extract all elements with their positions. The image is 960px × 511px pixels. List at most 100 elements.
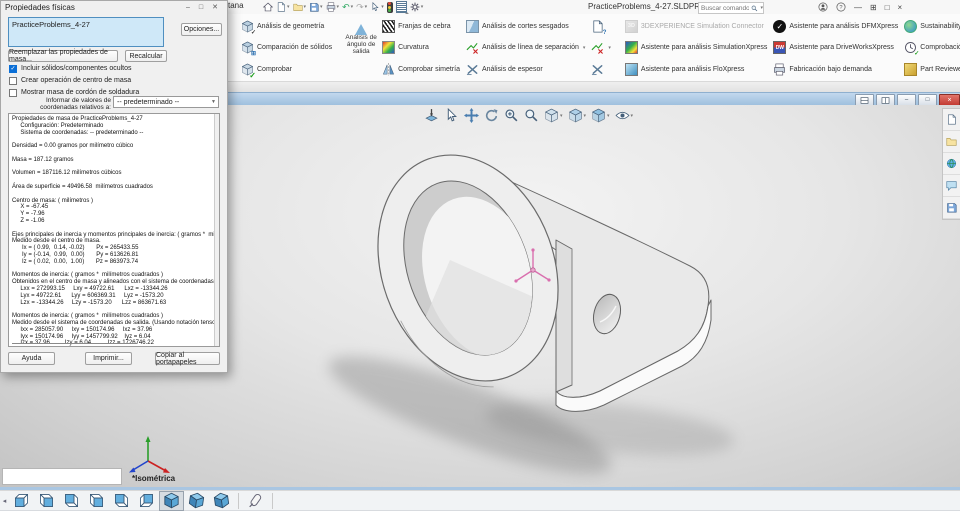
check-icon: ✓ — [241, 63, 256, 79]
ribbon-draft-analysis[interactable]: Análisis de ángulo de salida — [343, 16, 379, 56]
rotate-view-icon[interactable] — [484, 108, 499, 123]
zoom-to-fit-icon[interactable] — [424, 108, 439, 123]
ribbon-previous-version-check[interactable]: ✓ Comprobación de versión anterior — [901, 38, 960, 58]
coordinate-system-dropdown[interactable]: -- predeterminado -- ▼ — [113, 96, 219, 108]
help-icon[interactable] — [836, 2, 846, 12]
view-orientation-icon[interactable]: ▾ — [568, 108, 586, 123]
report-horizontal-scrollbar[interactable] — [12, 343, 137, 344]
recalculate-button[interactable]: Recalcular — [125, 50, 167, 62]
ribbon-import-diagnostics[interactable]: ? — [588, 16, 614, 36]
pin-menu-icon[interactable] — [246, 1, 258, 13]
home-icon[interactable] — [262, 1, 274, 14]
copy-to-clipboard-button[interactable]: Copiar al portapapeles — [155, 352, 220, 366]
ribbon-compare-solids[interactable]: ⊞ Comparación de sólidos — [238, 38, 335, 58]
bottom-view-icon[interactable] — [134, 491, 159, 511]
dialog-maximize-icon[interactable]: □ — [199, 1, 203, 14]
ribbon-dfmxpress[interactable]: ✓ Asistente para análisis DFMXpress — [770, 16, 901, 36]
undo-icon[interactable]: ↶ ▾ — [341, 1, 354, 14]
marketplace-globe-icon[interactable] — [943, 153, 960, 175]
ribbon-sustainability[interactable]: Sustainability — [901, 16, 960, 36]
toolbar-separator — [238, 492, 239, 509]
print-icon[interactable]: ▾ — [325, 1, 341, 14]
quick-access-toolbar: ▾ ▾ ▾ ▾ ↶ ▾ ↷ ▾ ▾ ▾ — [262, 0, 424, 14]
top-view-icon[interactable] — [109, 491, 134, 511]
checkbox-unchecked-icon[interactable] — [9, 88, 17, 97]
select-icon[interactable] — [444, 108, 459, 123]
search-caret-icon[interactable]: ▾ — [760, 5, 763, 11]
ribbon-simulationxpress[interactable]: Asistente para análisis SimulationXpress — [622, 38, 770, 58]
display-style-icon[interactable]: ▾ — [591, 108, 610, 123]
dialog-minimize-icon[interactable]: – — [186, 1, 190, 14]
ribbon-parting-line-analysis[interactable]: Análisis de línea de separación ▾ — [463, 38, 588, 58]
print-button[interactable]: Imprimir... — [85, 352, 132, 365]
select-icon[interactable]: ▾ — [369, 1, 385, 14]
left-view-icon[interactable] — [59, 491, 84, 511]
ribbon-undercut-analysis[interactable]: Análisis de cortes sesgados — [463, 16, 588, 36]
checkbox-checked-icon[interactable]: ✓ — [9, 64, 17, 73]
user-account-icon[interactable] — [818, 2, 828, 12]
report-vertical-scrollbar[interactable] — [214, 114, 219, 346]
search-input[interactable] — [699, 4, 752, 12]
restore-icon[interactable]: □ — [885, 3, 890, 12]
toolbar-overflow-left-icon[interactable]: ◂ — [0, 497, 9, 505]
ribbon-on-demand-manufacturing[interactable]: Fabricación bajo demanda — [770, 59, 901, 79]
menu-window-partial[interactable]: tana — [228, 1, 244, 10]
options-button[interactable]: Opciones... — [181, 23, 222, 36]
section-view-icon[interactable]: ▾ — [544, 108, 563, 123]
open-icon[interactable]: ▾ — [292, 1, 308, 14]
front-view-icon[interactable] — [9, 491, 34, 511]
resources-icon[interactable] — [943, 109, 960, 131]
help-button[interactable]: Ayuda — [8, 352, 55, 365]
zoom-area-icon[interactable] — [504, 108, 519, 123]
command-search[interactable]: ▾ — [698, 2, 764, 14]
trimetric-view-icon[interactable] — [184, 491, 209, 511]
dialog-titlebar[interactable]: Propiedades físicas – □ ✕ — [1, 1, 227, 14]
ribbon-geometry-analysis[interactable]: ✓ Análisis de geometría — [238, 16, 335, 36]
undercut-analysis-icon — [465, 19, 479, 33]
mass-properties-report[interactable]: Propiedades de masa de PracticeProblems_… — [8, 113, 220, 347]
driveworksxpress-icon: DW — [773, 41, 787, 54]
ribbon-zebra-stripes[interactable]: Franjas de cebra — [379, 16, 463, 36]
view-orientation-toolbar: ◂ — [0, 490, 960, 511]
ribbon-3dexperience-connector: 3D 3DEXPERIENCE Simulation Connector — [622, 16, 770, 36]
pan-icon[interactable] — [464, 108, 479, 123]
checkbox-unchecked-icon[interactable] — [9, 76, 17, 85]
checkbox-create-com-feature[interactable]: Crear operación de centro de masa — [9, 76, 131, 85]
new-document-icon[interactable]: ▾ — [275, 1, 291, 14]
fullscreen-icon[interactable]: ⊞ — [870, 3, 877, 12]
ribbon-check[interactable]: ✓ Comprobar — [238, 59, 335, 79]
comments-icon[interactable] — [943, 175, 960, 197]
magnify-icon[interactable] — [524, 108, 539, 123]
appearances-icon[interactable] — [943, 197, 960, 219]
ribbon-thickness-analysis[interactable]: Análisis de espesor — [463, 59, 588, 79]
dfmxpress-icon: ✓ — [773, 19, 787, 33]
ribbon-part-reviewer[interactable]: Part Reviewer — [901, 59, 960, 79]
replace-mass-properties-button[interactable]: Reemplazar las propiedades de masa... — [8, 49, 118, 63]
minimize-icon[interactable]: — — [854, 3, 862, 12]
redo-icon[interactable]: ↷ ▾ — [355, 1, 368, 14]
dialog-close-icon[interactable]: ✕ — [212, 1, 218, 14]
on-demand-manufacturing-icon — [773, 63, 786, 76]
checkbox-include-hidden[interactable]: ✓ Incluir sólidos/componentes ocultos — [9, 64, 132, 73]
dimetric-view-icon[interactable] — [209, 491, 234, 511]
ribbon-driveworksxpress[interactable]: DW Asistente para DriveWorksXpress — [770, 38, 901, 58]
featuremanager-panel-edge — [2, 468, 122, 485]
design-library-icon[interactable] — [943, 131, 960, 153]
options-gear-icon[interactable]: ▾ — [409, 1, 425, 14]
close-icon[interactable]: × — [898, 3, 903, 12]
normal-to-view-icon[interactable] — [243, 491, 268, 511]
selected-items-field[interactable]: PracticeProblems_4-27 — [8, 17, 164, 47]
back-view-icon[interactable] — [34, 491, 59, 511]
ribbon-symmetry-check[interactable]: Comprobar simetría — [379, 59, 463, 79]
ribbon-verify-entities[interactable]: ▾ — [588, 38, 614, 58]
right-view-icon[interactable] — [84, 491, 109, 511]
ribbon-floxpress[interactable]: Asistente para análisis FloXpress — [622, 59, 770, 79]
ribbon-deviation-analysis[interactable] — [588, 59, 614, 79]
save-icon[interactable]: ▾ — [308, 1, 324, 14]
selection-filter-icon[interactable] — [386, 1, 394, 14]
hide-show-tree-icon[interactable] — [395, 1, 408, 14]
ribbon-curvature[interactable]: Curvatura — [379, 38, 463, 58]
hide-show-items-icon[interactable]: ▾ — [615, 108, 633, 123]
mass-properties-dialog: Propiedades físicas – □ ✕ PracticeProble… — [0, 0, 228, 373]
isometric-view-icon[interactable] — [159, 490, 184, 511]
